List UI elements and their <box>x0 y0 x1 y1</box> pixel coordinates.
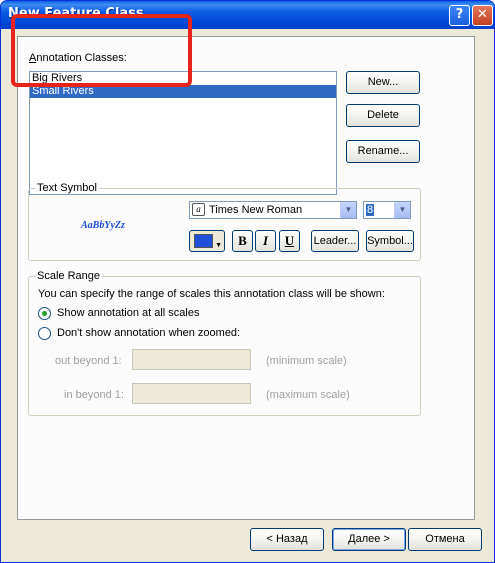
color-swatch <box>194 234 213 248</box>
wizard-panel: Annotation Classes: Big Rivers Small Riv… <box>17 36 475 520</box>
out-beyond-label: out beyond 1: <box>55 355 122 367</box>
back-button[interactable]: < Назад <box>250 528 324 551</box>
rename-button[interactable]: Rename... <box>346 140 420 163</box>
text-symbol-preview: AaBbYyZz <box>81 220 125 231</box>
annotation-highlight-box <box>11 14 192 87</box>
font-name-value: Times New Roman <box>209 204 303 216</box>
annotation-classes-list[interactable]: Big Rivers Small Rivers <box>29 71 337 195</box>
font-type-icon: a <box>192 203 205 216</box>
show-all-scales-radio[interactable] <box>38 307 51 320</box>
italic-button[interactable]: I <box>255 230 276 252</box>
chevron-down-icon: ▼ <box>215 241 222 249</box>
text-symbol-title: Text Symbol <box>35 182 99 194</box>
cancel-button[interactable]: Отмена <box>408 528 482 551</box>
bold-button[interactable]: B <box>232 230 253 252</box>
close-button[interactable]: ✕ <box>472 5 493 26</box>
font-name-combo[interactable]: a Times New Roman ▼ <box>189 201 357 219</box>
dialog-client: Annotation Classes: Big Rivers Small Riv… <box>4 29 491 559</box>
show-all-scales-label[interactable]: Show annotation at all scales <box>57 307 199 319</box>
scale-range-group: Scale Range You can specify the range of… <box>28 270 421 416</box>
scale-range-title: Scale Range <box>35 270 102 282</box>
leader-button[interactable]: Leader... <box>311 230 359 252</box>
new-button[interactable]: New... <box>346 71 420 94</box>
next-button[interactable]: Далее > <box>332 528 406 551</box>
delete-button[interactable]: Delete <box>346 104 420 127</box>
scale-range-description: You can specify the range of scales this… <box>38 288 385 300</box>
maximum-scale-hint: (maximum scale) <box>266 389 350 401</box>
in-beyond-label: in beyond 1: <box>64 389 124 401</box>
color-picker-button[interactable]: ▼ <box>189 230 225 252</box>
minimum-scale-hint: (minimum scale) <box>266 355 347 367</box>
dont-show-zoomed-label[interactable]: Don't show annotation when zoomed: <box>57 327 240 339</box>
help-button[interactable]: ? <box>449 5 470 26</box>
minimum-scale-input[interactable] <box>132 349 251 370</box>
font-size-combo[interactable]: 8 ▼ <box>363 201 411 219</box>
dont-show-zoomed-radio[interactable] <box>38 327 51 340</box>
symbol-button[interactable]: Symbol... <box>366 230 414 252</box>
chevron-down-icon[interactable]: ▼ <box>394 202 410 218</box>
chevron-down-icon[interactable]: ▼ <box>340 202 356 218</box>
font-size-value: 8 <box>366 204 375 216</box>
maximum-scale-input[interactable] <box>132 383 251 404</box>
text-symbol-group: Text Symbol AaBbYyZz a Times New Roman ▼… <box>28 182 421 261</box>
underline-button[interactable]: U <box>279 230 300 252</box>
dialog-window: New Feature Class ? ✕ Annotation Classes… <box>0 0 495 563</box>
